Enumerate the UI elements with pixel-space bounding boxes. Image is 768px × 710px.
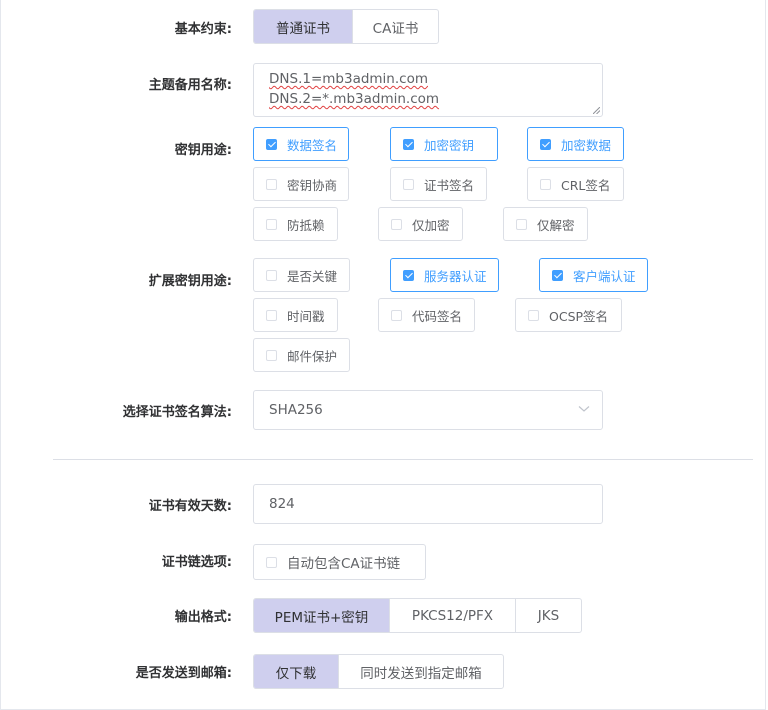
ext-key-usage-server-auth[interactable]: 服务器认证 bbox=[390, 258, 499, 292]
validity-days-input[interactable]: 824 bbox=[253, 484, 603, 524]
send-email-option-download-only[interactable]: 仅下载 bbox=[254, 655, 338, 688]
checkbox-empty-icon bbox=[266, 349, 277, 361]
validity-days-value: 824 bbox=[269, 496, 295, 512]
output-format-label: 输出格式: bbox=[174, 610, 232, 625]
san-line-1: DNS.1=mb3admin.com bbox=[269, 69, 587, 89]
checkbox-label: CRL签名 bbox=[561, 177, 611, 193]
output-format-option-jks[interactable]: JKS bbox=[515, 599, 581, 632]
checkbox-empty-icon bbox=[266, 178, 277, 190]
output-format-option-pem[interactable]: PEM证书+密钥 bbox=[254, 599, 389, 632]
checkbox-label: 证书签名 bbox=[424, 177, 475, 193]
algorithm-label: 选择证书签名算法: bbox=[122, 405, 232, 420]
checkbox-empty-icon bbox=[266, 218, 277, 230]
san-line-2: DNS.2=*.mb3admin.com bbox=[269, 89, 587, 109]
san-line-1-text: DNS.1=mb3admin.com bbox=[269, 71, 428, 87]
key-usage-crl-sign[interactable]: CRL签名 bbox=[527, 167, 624, 201]
ext-key-usage-email-protection[interactable]: 邮件保护 bbox=[253, 338, 350, 372]
key-usage-key-agreement[interactable]: 密钥协商 bbox=[253, 167, 349, 201]
checkbox-empty-icon bbox=[528, 309, 539, 321]
validity-label: 证书有效天数: bbox=[148, 499, 232, 514]
section-divider bbox=[53, 459, 753, 460]
checkbox-label: OCSP签名 bbox=[549, 308, 609, 324]
checkbox-empty-icon bbox=[391, 309, 402, 321]
ext-key-usage-ocsp-signing[interactable]: OCSP签名 bbox=[515, 298, 622, 332]
ext-key-usage-client-auth[interactable]: 客户端认证 bbox=[539, 258, 648, 292]
key-usage-key-encipherment[interactable]: 加密密钥 bbox=[390, 127, 498, 161]
san-line-2-text: DNS.2=*.mb3admin.com bbox=[269, 91, 440, 107]
checkbox-empty-icon bbox=[266, 269, 277, 281]
checkbox-checked-icon bbox=[266, 138, 277, 150]
checkbox-empty-icon bbox=[391, 218, 402, 230]
checkbox-label: 客户端认证 bbox=[573, 268, 636, 284]
algorithm-select[interactable]: SHA256 bbox=[253, 390, 603, 430]
checkbox-label: 自动包含CA证书链 bbox=[287, 556, 401, 572]
checkbox-label: 服务器认证 bbox=[424, 268, 487, 284]
checkbox-checked-icon bbox=[552, 269, 563, 281]
checkbox-label: 加密数据 bbox=[561, 137, 612, 153]
key-usage-decipher-only[interactable]: 仅解密 bbox=[503, 207, 588, 241]
ext-key-usage-label: 扩展密钥用途: bbox=[148, 274, 232, 289]
checkbox-empty-icon bbox=[516, 218, 527, 230]
checkbox-empty-icon bbox=[266, 309, 277, 321]
checkbox-label: 代码签名 bbox=[412, 308, 463, 324]
ext-key-usage-critical[interactable]: 是否关键 bbox=[253, 258, 350, 292]
san-textarea[interactable]: DNS.1=mb3admin.com DNS.2=*.mb3admin.com bbox=[253, 63, 603, 117]
basic-constraint-label: 基本约束: bbox=[174, 22, 232, 37]
checkbox-label: 加密密钥 bbox=[424, 137, 475, 153]
checkbox-checked-icon bbox=[403, 138, 414, 150]
chevron-down-icon bbox=[578, 406, 590, 412]
checkbox-label: 仅解密 bbox=[537, 217, 575, 233]
ext-key-usage-timestamp[interactable]: 时间戳 bbox=[253, 298, 338, 332]
algorithm-select-value: SHA256 bbox=[269, 402, 323, 418]
basic-constraint-radio-group: 普通证书 CA证书 bbox=[253, 9, 439, 44]
key-usage-data-encipherment[interactable]: 加密数据 bbox=[527, 127, 624, 161]
send-email-option-send-to-email[interactable]: 同时发送到指定邮箱 bbox=[338, 655, 503, 688]
key-usage-encipher-only[interactable]: 仅加密 bbox=[378, 207, 463, 241]
checkbox-label: 邮件保护 bbox=[287, 348, 338, 364]
key-usage-cert-sign[interactable]: 证书签名 bbox=[390, 167, 487, 201]
basic-constraint-option-ca[interactable]: CA证书 bbox=[352, 10, 438, 43]
output-format-radio-group: PEM证书+密钥 PKCS12/PFX JKS bbox=[253, 598, 582, 633]
checkbox-empty-icon bbox=[403, 178, 414, 190]
checkbox-checked-icon bbox=[403, 269, 414, 281]
checkbox-label: 是否关键 bbox=[287, 268, 338, 284]
checkbox-label: 时间戳 bbox=[287, 308, 325, 324]
output-format-option-pkcs12[interactable]: PKCS12/PFX bbox=[389, 599, 515, 632]
ext-key-usage-code-signing[interactable]: 代码签名 bbox=[378, 298, 475, 332]
key-usage-digital-signature[interactable]: 数据签名 bbox=[253, 127, 349, 161]
checkbox-label: 防抵赖 bbox=[287, 217, 325, 233]
checkbox-label: 数据签名 bbox=[287, 137, 338, 153]
basic-constraint-option-normal[interactable]: 普通证书 bbox=[254, 10, 352, 43]
checkbox-checked-icon bbox=[540, 138, 551, 150]
chain-label: 证书链选项: bbox=[161, 555, 232, 570]
key-usage-label: 密钥用途: bbox=[174, 143, 232, 158]
resize-handle-icon[interactable] bbox=[593, 107, 600, 114]
checkbox-empty-icon bbox=[540, 178, 551, 190]
send-email-radio-group: 仅下载 同时发送到指定邮箱 bbox=[253, 654, 504, 689]
san-label: 主题备用名称: bbox=[148, 78, 232, 93]
send-email-label: 是否发送到邮箱: bbox=[135, 666, 232, 681]
chain-include-ca-checkbox[interactable]: 自动包含CA证书链 bbox=[253, 544, 426, 580]
key-usage-non-repudiation[interactable]: 防抵赖 bbox=[253, 207, 338, 241]
checkbox-label: 仅加密 bbox=[412, 217, 450, 233]
checkbox-label: 密钥协商 bbox=[287, 177, 338, 193]
checkbox-empty-icon bbox=[266, 556, 277, 568]
